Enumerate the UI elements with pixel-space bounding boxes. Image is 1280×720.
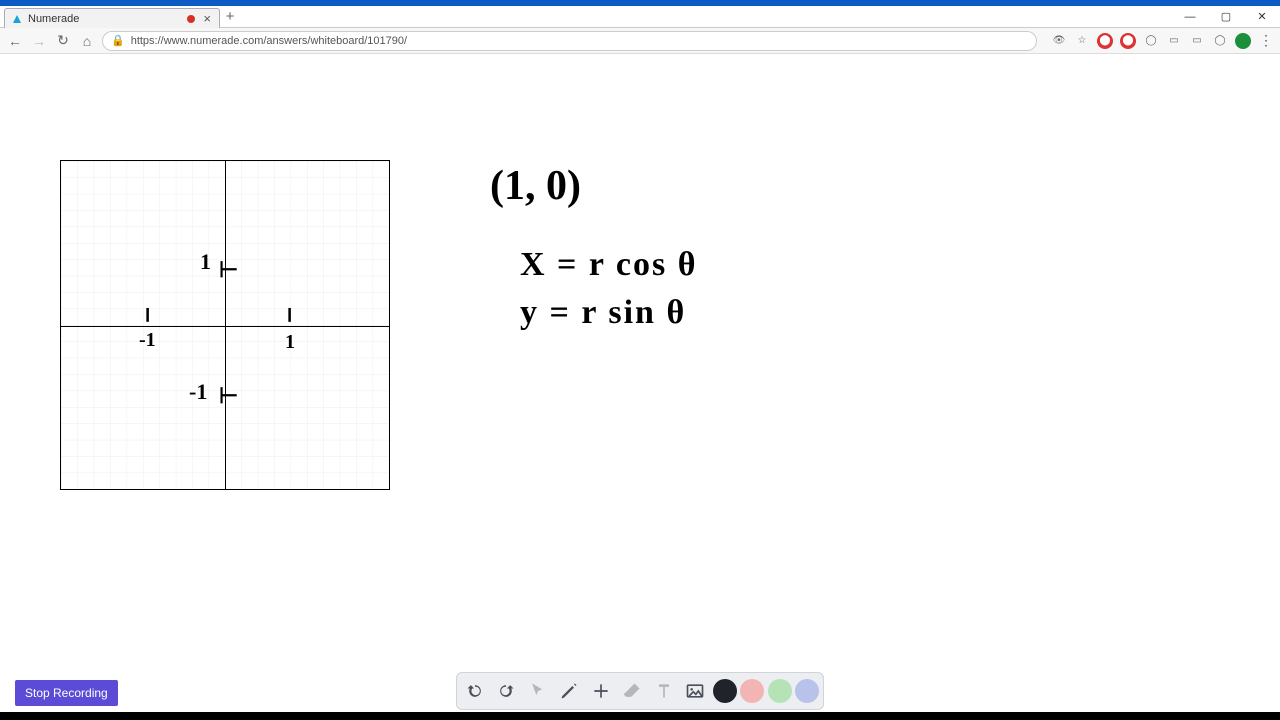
extension-icon-1[interactable]: ⬤ xyxy=(1097,33,1113,49)
extension-icon-5[interactable]: ▭ xyxy=(1189,33,1205,49)
profile-avatar-icon[interactable] xyxy=(1235,33,1251,49)
pencil-icon xyxy=(559,681,579,701)
y-axis xyxy=(225,161,226,489)
undo-icon xyxy=(465,681,485,701)
window-controls: — ▢ ✕ xyxy=(1172,6,1280,27)
tick-mark-minus-y: ⊢ xyxy=(219,383,238,409)
reader-mode-icon[interactable]: 👁 xyxy=(1051,33,1067,49)
numerade-favicon-icon xyxy=(11,13,23,25)
extension-icon-4[interactable]: ▭ xyxy=(1166,33,1182,49)
close-window-button[interactable]: ✕ xyxy=(1244,6,1280,27)
extension-icon-6[interactable]: ◯ xyxy=(1212,33,1228,49)
address-bar: ← → ↻ ⌂ 🔒 https://www.numerade.com/answe… xyxy=(0,28,1280,54)
eraser-tool-button[interactable] xyxy=(618,677,646,705)
toolbar-extension-area: 👁 ☆ ⬤ ⬤ ◯ ▭ ▭ ◯ ⋮ xyxy=(1051,33,1274,49)
pointer-icon xyxy=(528,681,548,701)
url-text: https://www.numerade.com/answers/whitebo… xyxy=(131,35,407,47)
bookmark-star-icon[interactable]: ☆ xyxy=(1074,33,1090,49)
minimize-button[interactable]: — xyxy=(1172,6,1208,27)
redo-icon xyxy=(496,681,516,701)
tick-mark-plus-y: ⊢ xyxy=(219,257,238,283)
axis-label-plus-x: 1 xyxy=(285,331,295,354)
color-swatch-black[interactable] xyxy=(713,679,737,703)
stop-recording-button[interactable]: Stop Recording xyxy=(15,680,118,706)
text-icon xyxy=(654,681,674,701)
color-swatch-purple[interactable] xyxy=(795,679,819,703)
recording-indicator-icon xyxy=(187,15,195,23)
whiteboard-canvas[interactable]: // no-op placeholder; grid drawn via rep… xyxy=(0,54,1280,714)
image-icon xyxy=(685,681,705,701)
extension-icon-2[interactable]: ⬤ xyxy=(1120,33,1136,49)
extension-icon-3[interactable]: ◯ xyxy=(1143,33,1159,49)
color-swatch-red[interactable] xyxy=(740,679,764,703)
eraser-icon xyxy=(622,681,642,701)
taskbar-sliver xyxy=(0,712,1280,720)
redo-button[interactable] xyxy=(492,677,520,705)
titlebar: Numerade × + — ▢ ✕ xyxy=(0,6,1280,28)
tab-close-button[interactable]: × xyxy=(201,11,213,26)
add-tool-button[interactable] xyxy=(587,677,615,705)
pen-tool-button[interactable] xyxy=(555,677,583,705)
reload-button[interactable]: ↻ xyxy=(54,32,72,50)
axis-label-minus-x: -1 xyxy=(139,329,156,352)
plus-icon xyxy=(591,681,611,701)
handwritten-y-equation: y = r sin θ xyxy=(520,294,686,332)
browser-menu-button[interactable]: ⋮ xyxy=(1258,33,1274,49)
url-input[interactable]: 🔒 https://www.numerade.com/answers/white… xyxy=(102,31,1037,51)
pointer-tool-button[interactable] xyxy=(524,677,552,705)
x-axis xyxy=(61,326,389,327)
color-swatch-green[interactable] xyxy=(768,679,792,703)
text-tool-button[interactable] xyxy=(650,677,678,705)
coordinate-grid: // no-op placeholder; grid drawn via rep… xyxy=(60,160,390,490)
new-tab-button[interactable]: + xyxy=(220,6,240,27)
image-tool-button[interactable] xyxy=(681,677,709,705)
back-button[interactable]: ← xyxy=(6,32,24,50)
axis-label-plus-y: 1 xyxy=(200,249,211,275)
whiteboard-toolbar xyxy=(456,672,824,710)
handwritten-x-equation: X = r cos θ xyxy=(520,246,697,284)
home-button[interactable]: ⌂ xyxy=(78,32,96,50)
browser-tab[interactable]: Numerade × xyxy=(4,8,220,28)
tab-title: Numerade xyxy=(28,13,187,25)
maximize-button[interactable]: ▢ xyxy=(1208,6,1244,27)
forward-button[interactable]: → xyxy=(30,32,48,50)
handwritten-point: (1, 0) xyxy=(490,162,581,210)
undo-button[interactable] xyxy=(461,677,489,705)
axis-label-minus-y: -1 xyxy=(189,379,207,405)
lock-icon: 🔒 xyxy=(111,34,125,47)
